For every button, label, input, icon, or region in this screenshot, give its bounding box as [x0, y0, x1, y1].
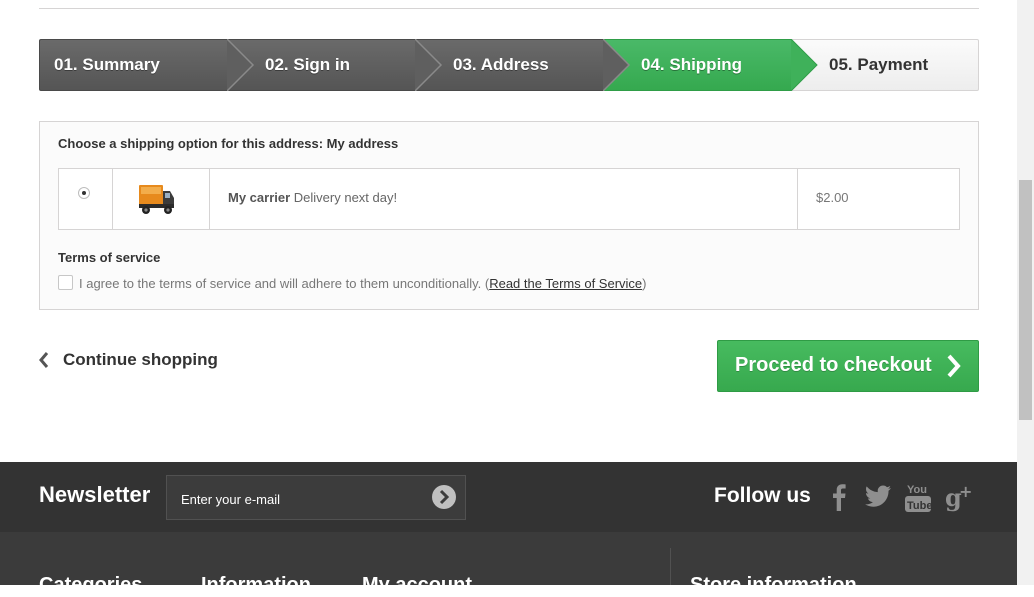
- newsletter-form: [166, 475, 466, 520]
- footer-links-area: Categories Information My account Store …: [0, 532, 1017, 596]
- page-scrollbar[interactable]: [1017, 0, 1034, 585]
- terms-agree-text: I agree to the terms of service and will…: [79, 276, 490, 291]
- step-payment-label: 05. Payment: [829, 55, 929, 74]
- checkout-button-label: Proceed to checkout: [735, 354, 932, 376]
- follow-us-title: Follow us: [714, 484, 811, 507]
- newsletter-submit-icon[interactable]: [431, 484, 457, 510]
- footer-column-divider: [670, 548, 671, 585]
- facebook-icon[interactable]: [830, 482, 848, 512]
- carrier-price-cell: $2.00: [798, 169, 959, 229]
- terms-close-paren: ): [642, 276, 647, 291]
- carrier-delay: Delivery next day!: [290, 190, 398, 205]
- carrier-logo-cell: [113, 169, 210, 229]
- step-separator-3: [603, 39, 631, 91]
- footer-heading-information[interactable]: Information: [201, 574, 311, 597]
- top-divider: [39, 8, 979, 9]
- svg-text:Tube: Tube: [907, 500, 932, 512]
- step-address[interactable]: 03. Address: [415, 39, 615, 91]
- step-summary-label: 01. Summary: [54, 55, 160, 74]
- newsletter-email-input[interactable]: [179, 488, 423, 510]
- youtube-icon[interactable]: You Tube: [904, 482, 932, 514]
- terms-label: I agree to the terms of service and will…: [79, 276, 647, 291]
- carrier-description-cell: My carrier Delivery next day!: [210, 169, 798, 229]
- footer-newsletter-bar: Newsletter Follow us You Tube g +: [0, 462, 1017, 532]
- proceed-to-checkout-button[interactable]: Proceed to checkout: [717, 340, 979, 392]
- twitter-icon[interactable]: [864, 482, 892, 510]
- step-separator-1: [227, 39, 255, 91]
- carrier-description: My carrier Delivery next day!: [228, 190, 397, 205]
- step-sign-in-label: 02. Sign in: [265, 55, 351, 74]
- carrier-radio-cell[interactable]: [59, 169, 113, 229]
- google-plus-icon[interactable]: g +: [944, 482, 974, 512]
- step-separator-4: [791, 39, 818, 91]
- step-separator-2: [415, 39, 443, 91]
- footer-heading-categories[interactable]: Categories: [39, 574, 142, 597]
- carrier-option-row[interactable]: My carrier Delivery next day! $2.00: [58, 168, 960, 230]
- step-sign-in[interactable]: 02. Sign in: [227, 39, 427, 91]
- svg-text:You: You: [907, 484, 927, 496]
- shipping-options-panel: Choose a shipping option for this addres…: [39, 121, 979, 310]
- step-summary[interactable]: 01. Summary: [39, 39, 239, 91]
- terms-link[interactable]: Read the Terms of Service: [489, 276, 642, 291]
- continue-shopping-label: Continue shopping: [63, 350, 218, 369]
- chevron-right-icon: [947, 354, 961, 378]
- terms-checkbox[interactable]: [58, 275, 73, 290]
- carrier-name: My carrier: [228, 190, 291, 205]
- shipping-title: Choose a shipping option for this addres…: [58, 136, 399, 151]
- newsletter-title: Newsletter: [39, 482, 151, 507]
- step-address-label: 03. Address: [453, 55, 549, 74]
- carrier-price: $2.00: [816, 190, 849, 205]
- footer-heading-store-information[interactable]: Store information: [690, 574, 857, 597]
- footer-heading-my-account[interactable]: My account: [362, 574, 472, 597]
- step-shipping: 04. Shipping: [603, 39, 803, 91]
- scrollbar-thumb[interactable]: [1019, 180, 1032, 420]
- checkout-steps: 01. Summary 02. Sign in 03. Address 04. …: [39, 39, 979, 91]
- step-shipping-label: 04. Shipping: [641, 55, 743, 74]
- terms-title: Terms of service: [58, 250, 161, 265]
- carrier-radio[interactable]: [78, 187, 90, 199]
- svg-text:+: +: [959, 482, 972, 501]
- chevron-left-icon: [39, 352, 49, 368]
- truck-icon: [139, 185, 174, 214]
